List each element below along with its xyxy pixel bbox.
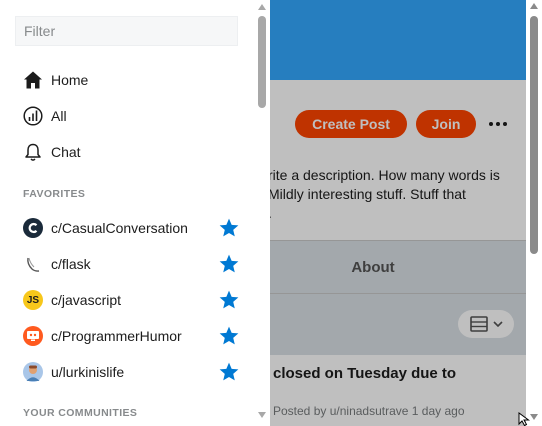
javascript-avatar: JS xyxy=(23,290,43,310)
star-icon[interactable] xyxy=(218,253,240,275)
scrollbar-thumb[interactable] xyxy=(258,16,266,108)
filter-input[interactable] xyxy=(15,16,238,46)
favorite-item-lurkinislife[interactable]: u/lurkinislife xyxy=(15,354,245,390)
scroll-down-arrow-icon[interactable] xyxy=(530,414,538,420)
nav-item-all[interactable]: All xyxy=(15,98,245,134)
star-icon[interactable] xyxy=(218,289,240,311)
programmer-humor-avatar xyxy=(23,326,43,346)
scroll-up-arrow-icon[interactable] xyxy=(530,3,538,9)
favorite-item-label: u/lurkinislife xyxy=(51,364,125,380)
page-scrollbar[interactable] xyxy=(526,0,542,426)
favorite-item-flask[interactable]: c/flask xyxy=(15,246,245,282)
favorite-item-casualconversation[interactable]: c/CasualConversation xyxy=(15,210,245,246)
favorite-item-label: c/javascript xyxy=(51,292,122,308)
mouse-cursor-icon xyxy=(518,412,530,426)
star-icon[interactable] xyxy=(218,217,240,239)
community-dropdown: Home All Chat FAVORITES c/CasualConversa… xyxy=(0,0,270,426)
star-icon[interactable] xyxy=(218,325,240,347)
flask-avatar xyxy=(23,254,43,274)
favorite-item-label: c/CasualConversation xyxy=(51,220,188,236)
scroll-down-arrow-icon[interactable] xyxy=(258,412,266,418)
your-communities-heading: YOUR COMMUNITIES xyxy=(23,407,138,419)
user-avatar xyxy=(23,362,43,382)
favorites-heading: FAVORITES xyxy=(23,188,86,200)
casual-conversation-avatar xyxy=(23,218,43,238)
dropdown-scrollbar[interactable] xyxy=(254,0,270,426)
home-icon xyxy=(22,69,44,91)
favorite-item-programmerhumor[interactable]: c/ProgrammerHumor xyxy=(15,318,245,354)
scroll-up-arrow-icon[interactable] xyxy=(258,4,266,10)
nav-item-label: Home xyxy=(51,72,89,88)
star-icon[interactable] xyxy=(218,361,240,383)
favorite-item-javascript[interactable]: JS c/javascript xyxy=(15,282,245,318)
bell-icon xyxy=(22,141,44,163)
favorite-item-label: c/ProgrammerHumor xyxy=(51,328,182,344)
nav-item-label: All xyxy=(51,108,67,124)
nav-item-label: Chat xyxy=(51,144,81,160)
scrollbar-thumb[interactable] xyxy=(530,16,538,254)
favorite-item-label: c/flask xyxy=(51,256,91,272)
all-chart-icon xyxy=(22,105,44,127)
nav-item-chat[interactable]: Chat xyxy=(15,134,245,170)
nav-item-home[interactable]: Home xyxy=(15,62,245,98)
